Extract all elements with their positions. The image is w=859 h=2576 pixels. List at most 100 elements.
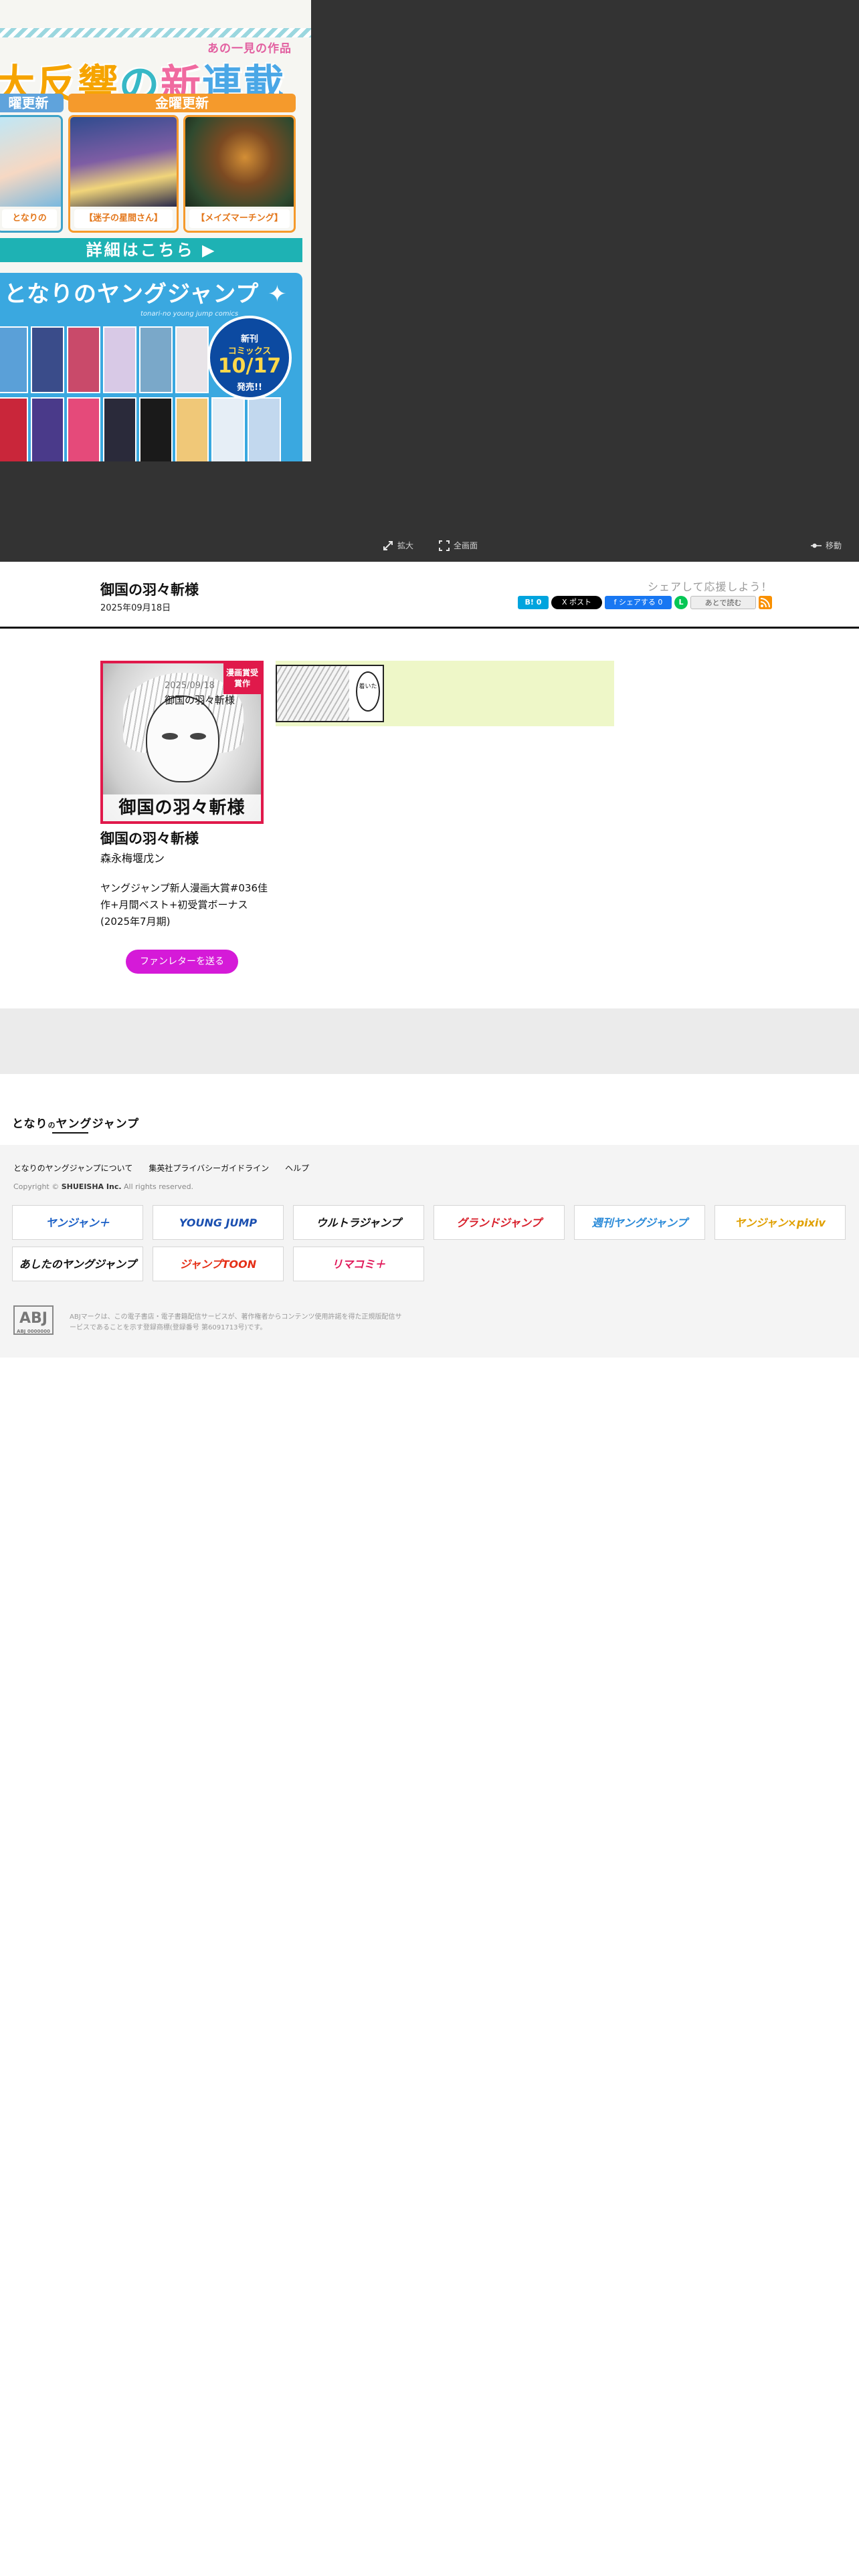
site-link-label: ヤンジャン×pixiv xyxy=(735,1216,826,1229)
abj-mark-text: ABJ xyxy=(19,1310,47,1327)
promo-manga-card: 【迷子の星間さん】 xyxy=(68,115,179,233)
yj-panel-subheading: tonari-no young jump comics xyxy=(140,310,239,318)
badge-text: 新刊 xyxy=(240,334,258,344)
hatena-bookmark-button[interactable]: B! 0 xyxy=(518,596,549,609)
site-link-grand-jump[interactable]: グランドジャンプ xyxy=(434,1205,565,1240)
manga-page-image[interactable]: あの一見の作品 大反響の新連載 曜更新 金曜更新 となりの 【迷子の星間さん】 … xyxy=(0,0,311,461)
episode-thumbnail: 着いた xyxy=(276,665,384,722)
fullscreen-icon xyxy=(439,540,450,551)
comic-cover xyxy=(139,397,173,461)
expand-label: 拡大 xyxy=(397,541,414,550)
fan-letter-button[interactable]: ファンレターを送る xyxy=(126,950,238,974)
cover-eye-shape xyxy=(190,733,206,740)
footer-link-privacy[interactable]: 集英社プライバシーガイドライン xyxy=(149,1162,269,1174)
comic-cover xyxy=(211,397,245,461)
promo-manga-card: 【メイズマーチング】 xyxy=(183,115,296,233)
badge-text: 発売!! xyxy=(237,383,262,393)
x-post-button[interactable]: X ポスト xyxy=(551,596,602,609)
episode-date: 2025年09月18日 xyxy=(100,603,171,613)
promo-card-art xyxy=(70,117,177,207)
comic-cover xyxy=(67,397,100,461)
read-later-button[interactable]: あとで読む xyxy=(690,596,756,609)
footer-logo-underline xyxy=(52,1132,88,1134)
rss-button[interactable] xyxy=(759,596,772,609)
comic-cover xyxy=(0,326,28,393)
abj-description: ABJマークは、この電子書店・電子書籍配信サービスが、著作権者からコンテンツ使用… xyxy=(70,1313,402,1331)
comic-cover xyxy=(31,326,64,393)
promo-card-art xyxy=(185,117,294,207)
site-link-rimacomi-plus[interactable]: リマコミ＋ xyxy=(293,1247,424,1281)
episode-item-title[interactable]: 御国の羽々斬様 xyxy=(165,693,235,707)
site-link-weekly-young-jump[interactable]: 週刊ヤングジャンプ xyxy=(574,1205,705,1240)
cover-title-text: 御国の羽々斬様 xyxy=(103,794,261,821)
site-link-label: リマコミ＋ xyxy=(331,1258,385,1271)
series-author: 森永梅堰戊ン xyxy=(100,852,165,865)
expand-icon xyxy=(383,541,393,550)
footer-logo-text: となり xyxy=(12,1117,48,1131)
episode-title: 御国の羽々斬様 xyxy=(100,582,199,598)
site-link-jump-toon[interactable]: ジャンプTOON xyxy=(153,1247,284,1281)
promo-day-tab: 曜更新 xyxy=(0,94,64,112)
facebook-share-button[interactable]: f シェアする 0 xyxy=(605,596,672,609)
comic-cover xyxy=(67,326,100,393)
promo-card-art xyxy=(0,117,61,207)
comic-cover xyxy=(248,397,281,461)
share-buttons: B! 0 X ポスト f シェアする 0 L あとで読む xyxy=(518,595,772,610)
footer-link-help[interactable]: ヘルプ xyxy=(285,1162,309,1174)
promo-card-caption: となりの xyxy=(2,209,57,228)
comic-cover xyxy=(103,397,136,461)
footer-logo-text: ヤングジャンプ xyxy=(56,1117,140,1131)
move-label: 移動 xyxy=(826,541,842,550)
episode-header: 御国の羽々斬様 2025年09月18日 シェアして応援しよう！ B! 0 X ポ… xyxy=(0,562,859,629)
badge-date: 10/17 xyxy=(217,354,282,378)
line-share-button[interactable]: L xyxy=(674,596,688,609)
episode-item-date: 2025/09/18 xyxy=(165,681,215,691)
footer-logo[interactable]: となりのヤングジャンプ xyxy=(12,1114,139,1131)
site-link-label: グランドジャンプ xyxy=(456,1216,542,1229)
promo-day-tab-friday: 金曜更新 xyxy=(68,94,296,112)
new-comics-badge: 新刊 コミックス 10/17 発売!! xyxy=(207,316,292,400)
footer-link-about[interactable]: となりのヤングジャンプについて xyxy=(13,1162,132,1174)
yj-panel-heading: となりのヤングジャンプ ✦ xyxy=(4,281,288,308)
move-control[interactable]: 移動 xyxy=(811,539,842,552)
episode-list-item[interactable]: 着いた xyxy=(276,661,614,726)
ad-band xyxy=(0,1008,859,1074)
site-link-ashita-no-young-jump[interactable]: あしたのヤングジャンプ xyxy=(12,1247,143,1281)
fullscreen-label: 全画面 xyxy=(454,541,478,550)
yj-comics-panel: となりのヤングジャンプ ✦ tonari-no young jump comic… xyxy=(0,273,302,461)
decorative-stripes xyxy=(0,28,311,37)
site-link-label: 週刊ヤングジャンプ xyxy=(591,1216,688,1229)
comic-cover xyxy=(0,397,28,461)
fullscreen-control[interactable]: 全画面 xyxy=(439,539,478,552)
thumbnail-art xyxy=(277,666,349,721)
footer: となりのヤングジャンプについて 集英社プライバシーガイドライン ヘルプ Copy… xyxy=(0,1145,859,1358)
thumbnail-speech-bubble: 着いた xyxy=(356,671,380,712)
slider-icon xyxy=(811,543,822,548)
expand-control[interactable]: 拡大 xyxy=(383,539,413,552)
series-description: ヤングジャンプ新人漫画大賞#036佳作+月間ベスト+初受賞ボーナス(2025年7… xyxy=(100,882,268,928)
promo-card-caption: 【メイズマーチング】 xyxy=(189,209,290,228)
cover-face-shape xyxy=(146,695,219,782)
award-badge: 漫画賞受賞作 xyxy=(223,663,261,694)
promo-manga-card: となりの xyxy=(0,115,63,233)
series-title: 御国の羽々斬様 xyxy=(100,831,199,847)
copyright-suffix: All rights reserved. xyxy=(124,1182,194,1191)
copyright-prefix: Copyright © xyxy=(13,1182,60,1191)
footer-logo-text: の xyxy=(47,1121,56,1130)
site-link-label: ヤンジャン＋ xyxy=(45,1216,110,1229)
site-link-yanjan-pixiv[interactable]: ヤンジャン×pixiv xyxy=(714,1205,846,1240)
share-prompt: シェアして応援しよう！ xyxy=(648,580,773,593)
comic-cover xyxy=(175,326,209,393)
copyright-company: SHUEISHA Inc. xyxy=(61,1182,122,1191)
manga-viewer[interactable]: あの一見の作品 大反響の新連載 曜更新 金曜更新 となりの 【迷子の星間さん】 … xyxy=(0,0,859,562)
site-link-yanjan-plus[interactable]: ヤンジャン＋ xyxy=(12,1205,143,1240)
site-link-ultra-jump[interactable]: ウルトラジャンプ xyxy=(293,1205,424,1240)
rss-icon xyxy=(760,598,770,608)
comic-cover xyxy=(103,326,136,393)
copyright: Copyright © SHUEISHA Inc. All rights res… xyxy=(13,1182,193,1191)
comic-cover xyxy=(175,397,209,461)
site-link-young-jump[interactable]: YOUNG JUMP xyxy=(153,1205,284,1240)
site-link-label: ジャンプTOON xyxy=(179,1258,257,1271)
site-link-label: あしたのヤングジャンプ xyxy=(19,1258,136,1271)
promo-card-caption: 【迷子の星間さん】 xyxy=(74,209,173,228)
